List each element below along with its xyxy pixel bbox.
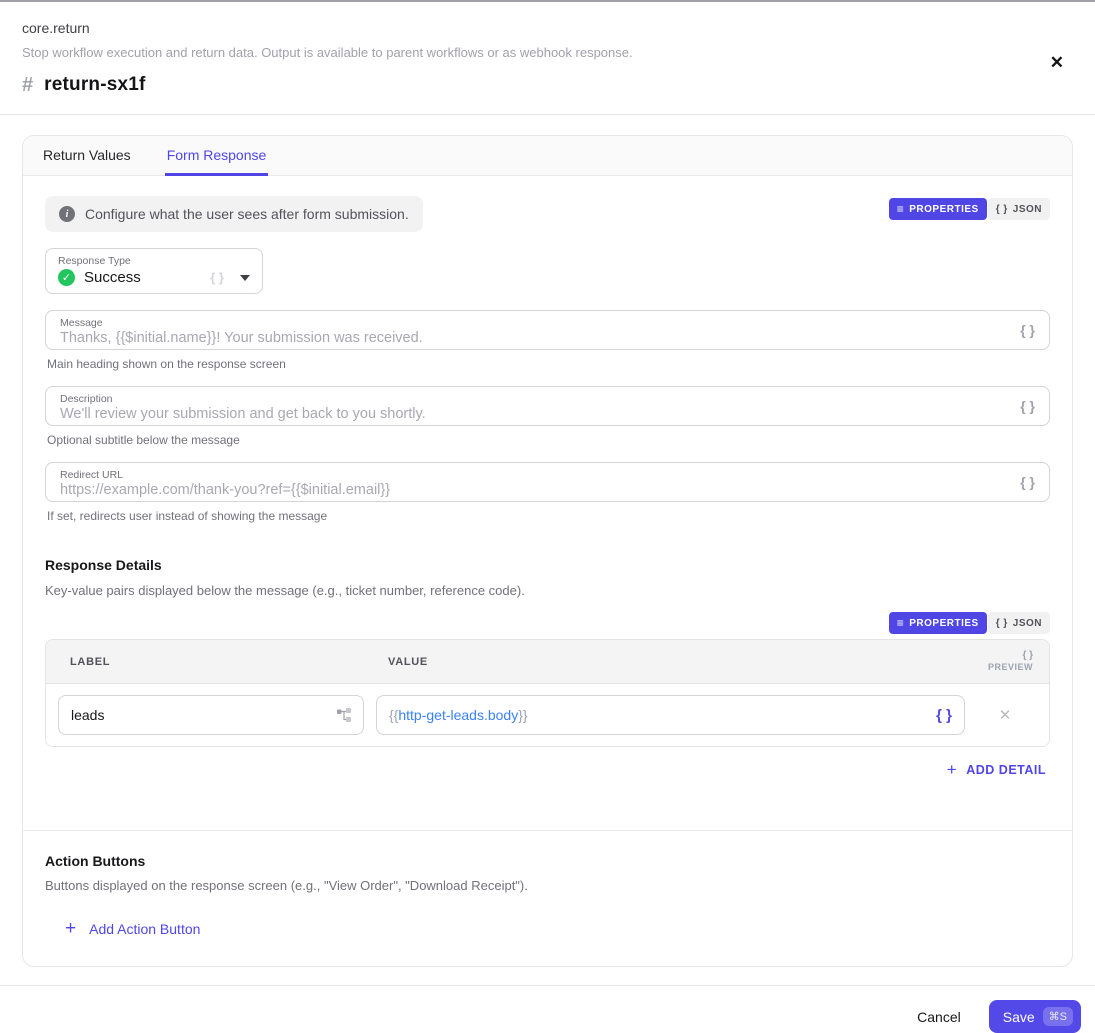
remove-row-icon[interactable]: ✕ — [977, 706, 1033, 724]
message-field-label: Message — [60, 317, 103, 329]
action-buttons-heading: Action Buttons — [45, 853, 146, 869]
add-detail-label: ADD DETAIL — [966, 762, 1046, 777]
add-detail-button[interactable]: + ADD DETAIL — [943, 761, 1050, 778]
properties-toggle[interactable]: ≡ PROPERTIES — [888, 198, 987, 220]
properties-toggle-label: PROPERTIES — [909, 203, 979, 215]
response-type-label: Response Type — [58, 255, 131, 267]
details-table-header: LABEL VALUE { } PREVIEW — [46, 640, 1049, 684]
redirect-url-helper: If set, redirects user instead of showin… — [47, 509, 328, 523]
node-title: return-sx1f — [44, 74, 146, 95]
expression-close-brace: }} — [518, 707, 528, 723]
save-shortcut-badge: ⌘S — [1042, 1007, 1073, 1026]
braces-icon[interactable]: { } — [936, 707, 952, 724]
list-icon: ≡ — [896, 616, 905, 630]
response-type-value-row: ✓ Success { } — [58, 269, 250, 286]
response-details-description: Key-value pairs displayed below the mess… — [45, 583, 525, 598]
column-header-preview: { } PREVIEW — [977, 650, 1033, 674]
list-icon: ≡ — [896, 202, 905, 216]
description-helper: Optional subtitle below the message — [47, 433, 240, 447]
detail-label-input[interactable] — [71, 707, 329, 723]
message-input[interactable] — [60, 330, 1005, 346]
response-type-value: Success — [84, 269, 141, 286]
response-type-select[interactable]: Response Type ✓ Success { } — [45, 248, 263, 294]
success-check-icon: ✓ — [58, 269, 75, 286]
redirect-url-field: Redirect URL { } — [45, 462, 1050, 502]
properties-toggle[interactable]: ≡ PROPERTIES — [888, 612, 987, 634]
table-row: {{http-get-leads.body}} { } ✕ — [46, 684, 1049, 746]
node-title-row: # return-sx1f — [22, 74, 1067, 96]
card-body: i Configure what the user sees after for… — [23, 176, 1072, 966]
details-view-mode-toggle: ≡ PROPERTIES { } JSON — [888, 612, 1050, 634]
message-helper: Main heading shown on the response scree… — [47, 357, 286, 371]
braces-icon[interactable]: { } — [1020, 322, 1035, 338]
details-table: LABEL VALUE { } PREVIEW leads {{http-get… — [45, 639, 1050, 747]
braces-icon: { } — [1022, 649, 1033, 661]
info-banner-text: Configure what the user sees after form … — [85, 206, 409, 222]
json-toggle-label: JSON — [1012, 203, 1042, 215]
message-field: Message { } — [45, 310, 1050, 350]
cancel-button[interactable]: Cancel — [913, 1003, 965, 1031]
json-toggle[interactable]: { } JSON — [987, 612, 1050, 634]
redirect-url-field-label: Redirect URL — [60, 469, 124, 481]
schema-picker-icon[interactable] — [337, 708, 351, 722]
preview-label: PREVIEW — [987, 662, 1033, 673]
tab-form-response[interactable]: Form Response — [164, 136, 269, 176]
modal-header: core.return Stop workflow execution and … — [0, 2, 1095, 115]
detail-value-cell[interactable]: {{http-get-leads.body}} { } — [376, 695, 965, 735]
node-config-modal: core.return Stop workflow execution and … — [0, 0, 1095, 1033]
expression-reference: http-get-leads.body — [398, 707, 519, 723]
info-banner: i Configure what the user sees after for… — [45, 196, 423, 232]
view-mode-toggle: ≡ PROPERTIES { } JSON — [888, 198, 1050, 220]
info-icon: i — [59, 206, 75, 222]
tab-bar: Return Values Form Response — [23, 136, 1072, 176]
braces-icon: { } — [995, 203, 1008, 215]
close-icon[interactable]: ✕ — [1048, 52, 1066, 73]
node-type: core.return — [22, 20, 90, 36]
json-toggle[interactable]: { } JSON — [987, 198, 1050, 220]
detail-label-cell — [58, 695, 364, 735]
description-group: Description { } Optional subtitle below … — [45, 386, 1050, 447]
response-details-heading: Response Details — [45, 557, 162, 573]
add-action-button[interactable]: + Add Action Button — [45, 919, 200, 938]
add-detail-row: + ADD DETAIL — [45, 761, 1050, 778]
plus-icon: + — [946, 760, 958, 779]
properties-toggle-label: PROPERTIES — [909, 617, 979, 629]
section-divider — [23, 830, 1072, 831]
column-header-label: LABEL — [70, 655, 111, 668]
braces-icon[interactable]: { } — [1020, 474, 1035, 490]
message-group: Message { } Main heading shown on the re… — [45, 310, 1050, 371]
config-card: Return Values Form Response i Configure … — [22, 135, 1073, 967]
description-input[interactable] — [60, 406, 1005, 422]
braces-icon: { } — [995, 617, 1008, 629]
tab-return-values[interactable]: Return Values — [41, 136, 133, 176]
redirect-url-input[interactable] — [60, 482, 1005, 498]
add-action-button-label: Add Action Button — [89, 920, 201, 937]
braces-icon: { } — [210, 270, 224, 285]
description-field-label: Description — [60, 393, 113, 405]
node-description: Stop workflow execution and return data.… — [22, 45, 633, 60]
banner-row: i Configure what the user sees after for… — [45, 196, 1050, 232]
expression-open-brace: {{ — [389, 707, 399, 723]
detail-value-expression: {{http-get-leads.body}} — [389, 707, 936, 723]
column-header-value: VALUE — [388, 655, 428, 668]
save-button-label: Save — [1002, 1008, 1035, 1025]
chevron-down-icon — [240, 274, 250, 281]
json-toggle-label: JSON — [1012, 617, 1042, 629]
save-button[interactable]: Save ⌘S — [988, 1000, 1081, 1033]
details-toggle-row: ≡ PROPERTIES { } JSON — [45, 610, 1050, 634]
plus-icon: + — [65, 918, 77, 939]
redirect-url-group: Redirect URL { } If set, redirects user … — [45, 462, 1050, 523]
hash-icon: # — [22, 74, 34, 96]
action-buttons-description: Buttons displayed on the response screen… — [45, 878, 528, 893]
braces-icon[interactable]: { } — [1020, 398, 1035, 414]
description-field: Description { } — [45, 386, 1050, 426]
